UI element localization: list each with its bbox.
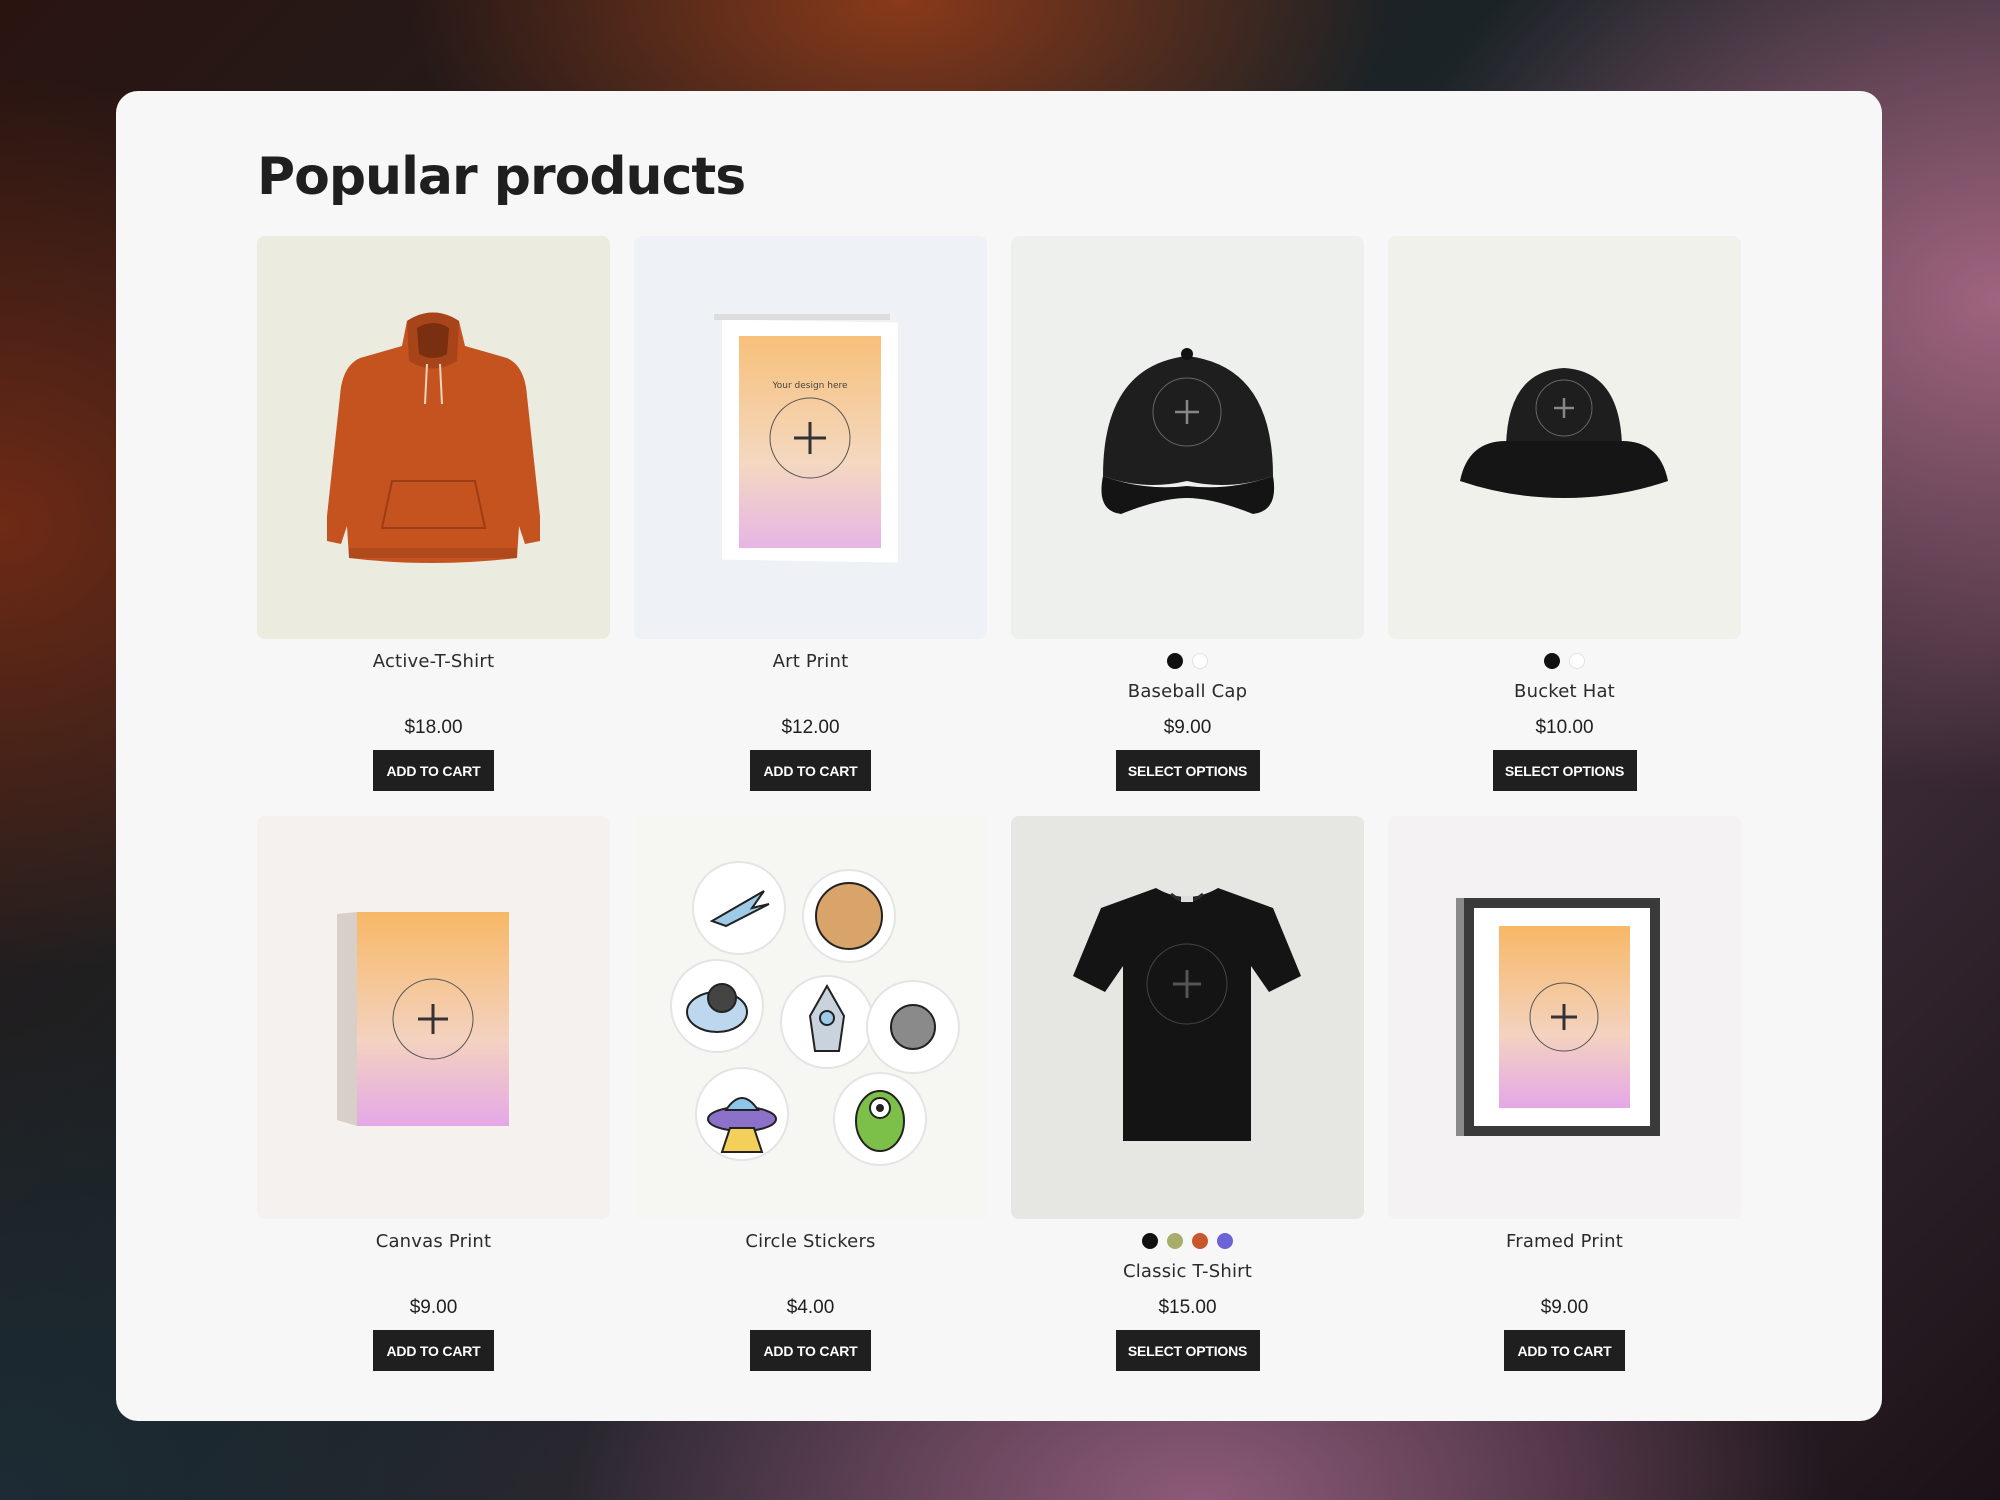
circle-stickers-icon — [670, 861, 960, 1166]
add-to-cart-button[interactable]: ADD TO CART — [373, 1330, 494, 1371]
product-card: Canvas Print $9.00 ADD TO CART — [257, 816, 610, 1396]
canvas-print-icon — [337, 912, 509, 1126]
color-swatches — [1011, 653, 1364, 669]
add-to-cart-button[interactable]: ADD TO CART — [750, 750, 871, 791]
product-name[interactable]: Framed Print — [1388, 1231, 1741, 1252]
product-card: Bucket Hat $10.00 SELECT OPTIONS — [1388, 236, 1741, 816]
product-price: $12.00 — [781, 717, 840, 738]
product-price: $4.00 — [786, 1297, 835, 1318]
product-name[interactable]: Circle Stickers — [634, 1231, 987, 1252]
product-card: Baseball Cap $9.00 SELECT OPTIONS — [1011, 236, 1364, 816]
select-options-button[interactable]: SELECT OPTIONS — [1492, 750, 1637, 791]
product-image[interactable] — [257, 236, 610, 639]
product-image[interactable]: Your design here — [634, 236, 987, 639]
select-options-button[interactable]: SELECT OPTIONS — [1115, 750, 1260, 791]
color-swatch-white[interactable] — [1569, 653, 1585, 669]
product-name[interactable]: Bucket Hat — [1388, 681, 1741, 702]
product-price: $18.00 — [404, 717, 463, 738]
color-swatches — [1011, 1233, 1364, 1249]
add-to-cart-button[interactable]: ADD TO CART — [750, 1330, 871, 1371]
product-image[interactable] — [634, 816, 987, 1219]
product-price: $9.00 — [1163, 717, 1212, 738]
product-image[interactable] — [1011, 236, 1364, 639]
add-to-cart-button[interactable]: ADD TO CART — [1504, 1330, 1625, 1371]
product-card: Framed Print $9.00 ADD TO CART — [1388, 816, 1741, 1396]
product-price: $15.00 — [1158, 1297, 1217, 1318]
product-name[interactable]: Active-T-Shirt — [257, 651, 610, 672]
hoodie-icon — [327, 312, 540, 563]
color-swatch-purple[interactable] — [1217, 1233, 1233, 1249]
bucket-hat-icon — [1460, 368, 1668, 498]
product-name[interactable]: Art Print — [634, 651, 987, 672]
page-title: Popular products — [257, 147, 746, 207]
products-panel: Popular products Active-T-Shirt $18.00 A… — [116, 91, 1882, 1421]
product-image[interactable] — [257, 816, 610, 1219]
color-swatch-black[interactable] — [1167, 653, 1183, 669]
select-options-button[interactable]: SELECT OPTIONS — [1115, 1330, 1260, 1371]
product-card: Your design here Art Print $12.00 ADD TO… — [634, 236, 987, 816]
tshirt-icon — [1073, 888, 1301, 1141]
product-image[interactable] — [1011, 816, 1364, 1219]
product-card: Circle Stickers $4.00 ADD TO CART — [634, 816, 987, 1396]
product-price: $10.00 — [1535, 717, 1594, 738]
product-card: Classic T-Shirt $15.00 SELECT OPTIONS — [1011, 816, 1364, 1396]
color-swatch-orange[interactable] — [1192, 1233, 1208, 1249]
product-image[interactable] — [1388, 816, 1741, 1219]
framed-print-icon — [1456, 898, 1660, 1136]
color-swatch-olive[interactable] — [1167, 1233, 1183, 1249]
product-card: Active-T-Shirt $18.00 ADD TO CART — [257, 236, 610, 816]
art-print-icon: Your design here — [714, 314, 898, 563]
color-swatch-black[interactable] — [1142, 1233, 1158, 1249]
product-name[interactable]: Baseball Cap — [1011, 681, 1364, 702]
color-swatches — [1388, 653, 1741, 669]
baseball-cap-icon — [1101, 348, 1275, 514]
product-image[interactable] — [1388, 236, 1741, 639]
add-to-cart-button[interactable]: ADD TO CART — [373, 750, 494, 791]
product-price: $9.00 — [409, 1297, 458, 1318]
color-swatch-black[interactable] — [1544, 653, 1560, 669]
product-name[interactable]: Classic T-Shirt — [1011, 1261, 1364, 1282]
product-name[interactable]: Canvas Print — [257, 1231, 610, 1252]
product-grid: Active-T-Shirt $18.00 ADD TO CART Your d… — [257, 236, 1741, 1396]
design-placeholder-text: Your design here — [771, 381, 848, 391]
color-swatch-white[interactable] — [1192, 653, 1208, 669]
product-price: $9.00 — [1540, 1297, 1589, 1318]
